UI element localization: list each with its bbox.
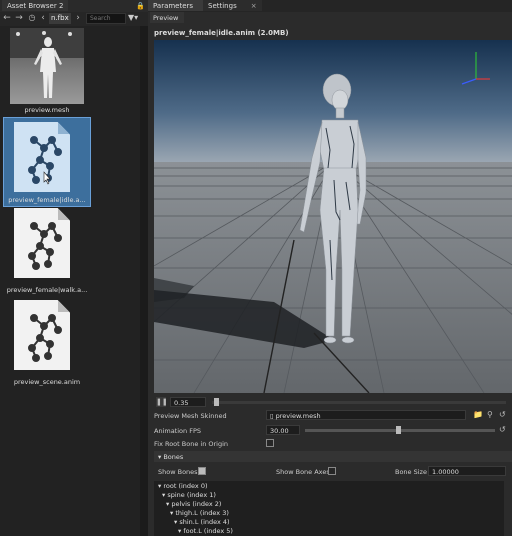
- timeline-slider[interactable]: [212, 401, 506, 404]
- asset-item-scene-anim[interactable]: preview_scene.anim: [4, 298, 90, 390]
- fix-root-row: Fix Root Bone in Origin: [148, 437, 512, 450]
- tab-label: Settings: [208, 2, 237, 10]
- asset-item-walk-anim[interactable]: preview_female|walk.a...: [4, 206, 90, 298]
- bones-section-header[interactable]: ▾ Bones: [154, 451, 512, 462]
- asset-toolbar: ← → ◷ ‹ n.fbx › Search ▼▾: [0, 12, 148, 26]
- animation-fps-row: Animation FPS 30.00 ↺: [148, 424, 512, 437]
- history-icon[interactable]: ◷: [27, 13, 37, 24]
- bone-label: thigh.L (index 3): [175, 509, 229, 517]
- search-input[interactable]: Search: [86, 13, 126, 24]
- path-next-icon[interactable]: ›: [73, 13, 83, 24]
- show-bone-axes-label: Show Bone Axes: [276, 468, 330, 476]
- anim-file-icon: [14, 122, 70, 192]
- asset-label: preview_scene.anim: [13, 378, 81, 386]
- timeline-time-field[interactable]: 0.35: [170, 397, 206, 407]
- reset-icon[interactable]: ↺: [499, 410, 506, 420]
- bone-size-field[interactable]: 1.00000: [428, 466, 506, 476]
- search-icon[interactable]: ⚲: [487, 410, 493, 420]
- tree-row[interactable]: ▾ thigh.L (index 3): [170, 509, 229, 518]
- asset-label: preview_female|walk.a...: [6, 286, 88, 294]
- tree-row[interactable]: ▾ shin.L (index 4): [174, 518, 230, 527]
- mesh-thumbnail: [10, 28, 84, 104]
- preview-viewport[interactable]: [154, 40, 512, 393]
- show-bones-label: Show Bones: [158, 468, 198, 476]
- preview-mesh-field[interactable]: ▯ preview.mesh: [266, 410, 466, 420]
- tab-settings[interactable]: Settings ×: [203, 0, 262, 11]
- animation-fps-field[interactable]: 30.00: [266, 425, 300, 435]
- asset-browser-tab[interactable]: Asset Browser 2: [2, 0, 69, 11]
- bones-header-label: Bones: [163, 453, 184, 461]
- reset-icon[interactable]: ↺: [499, 425, 506, 435]
- anim-file-icon: [14, 300, 70, 370]
- asset-scrollbar[interactable]: [140, 26, 148, 536]
- anim-file-icon: [14, 208, 70, 278]
- filter-icon[interactable]: ▼▾: [128, 13, 144, 24]
- asset-browser-tabbar: Asset Browser 2 🔒: [0, 0, 148, 12]
- lock-icon[interactable]: 🔒: [136, 1, 145, 11]
- tree-row[interactable]: ▾ spine (index 1): [162, 491, 216, 500]
- preview-mesh-row: Preview Mesh Skinned ▯ preview.mesh 📁 ⚲ …: [148, 409, 512, 422]
- tree-row[interactable]: ▾ foot.L (index 5): [178, 527, 233, 536]
- fix-root-label: Fix Root Bone in Origin: [154, 440, 229, 448]
- asset-item-preview-mesh[interactable]: preview.mesh: [4, 26, 90, 118]
- bone-label: root (index 0): [163, 482, 208, 490]
- timeline-row: ❚❚ 0.35: [148, 396, 512, 409]
- animation-fps-label: Animation FPS: [154, 427, 201, 435]
- bone-label: shin.L (index 4): [179, 518, 230, 526]
- close-icon[interactable]: ×: [251, 2, 257, 10]
- bones-tree: ▾ root (index 0) ▾ spine (index 1) ▾ pel…: [154, 481, 504, 536]
- preview-mesh-value: preview.mesh: [275, 412, 321, 420]
- up-icon[interactable]: ‹: [38, 13, 48, 24]
- tree-row[interactable]: ▾ pelvis (index 2): [166, 500, 221, 509]
- asset-label: preview.mesh: [24, 106, 70, 114]
- parameters-tabbar: Parameters × Settings ×: [148, 0, 512, 12]
- folder-icon[interactable]: 📁: [473, 410, 483, 420]
- back-icon[interactable]: ←: [2, 13, 12, 24]
- tab-label: Parameters: [153, 2, 194, 10]
- timeline-time-value: 0.35: [174, 399, 189, 407]
- parameters-panel: Parameters × Settings × Preview preview_fe…: [148, 0, 512, 536]
- bone-label: spine (index 1): [167, 491, 216, 499]
- animation-fps-value: 30.00: [270, 427, 289, 435]
- asset-label: preview_female|idle.a...: [8, 196, 86, 204]
- pause-icon[interactable]: ❚❚: [156, 397, 168, 407]
- animation-fps-knob[interactable]: [396, 426, 402, 434]
- bone-label: foot.L (index 5): [183, 527, 233, 535]
- tab-preview[interactable]: Preview: [150, 12, 184, 23]
- asset-browser-tab-label: Asset Browser 2: [7, 2, 64, 10]
- show-bone-axes-checkbox[interactable]: [328, 467, 336, 475]
- forward-icon[interactable]: →: [14, 13, 24, 24]
- viewport-scene: [154, 40, 512, 393]
- asset-browser-panel: Asset Browser 2 🔒 ← → ◷ ‹ n.fbx › Search…: [0, 0, 148, 536]
- tree-row[interactable]: ▾ root (index 0): [158, 482, 208, 491]
- bone-size-label: Bone Size: [395, 468, 427, 476]
- bone-label: pelvis (index 2): [171, 500, 222, 508]
- asset-item-idle-anim[interactable]: preview_female|idle.a...: [3, 117, 91, 207]
- path-field[interactable]: n.fbx: [49, 13, 71, 24]
- fix-root-checkbox[interactable]: [266, 439, 274, 447]
- mesh-preview-image: [10, 28, 84, 98]
- bones-options-row: Show Bones Show Bone Axes Bone Size 1.00…: [148, 465, 512, 478]
- page-title: preview_female|idle.anim (2.0MB): [154, 29, 289, 37]
- show-bones-checkbox[interactable]: [198, 467, 206, 475]
- preview-mesh-label: Preview Mesh Skinned: [154, 412, 227, 420]
- bone-size-value: 1.00000: [432, 468, 459, 476]
- timeline-knob[interactable]: [214, 398, 219, 406]
